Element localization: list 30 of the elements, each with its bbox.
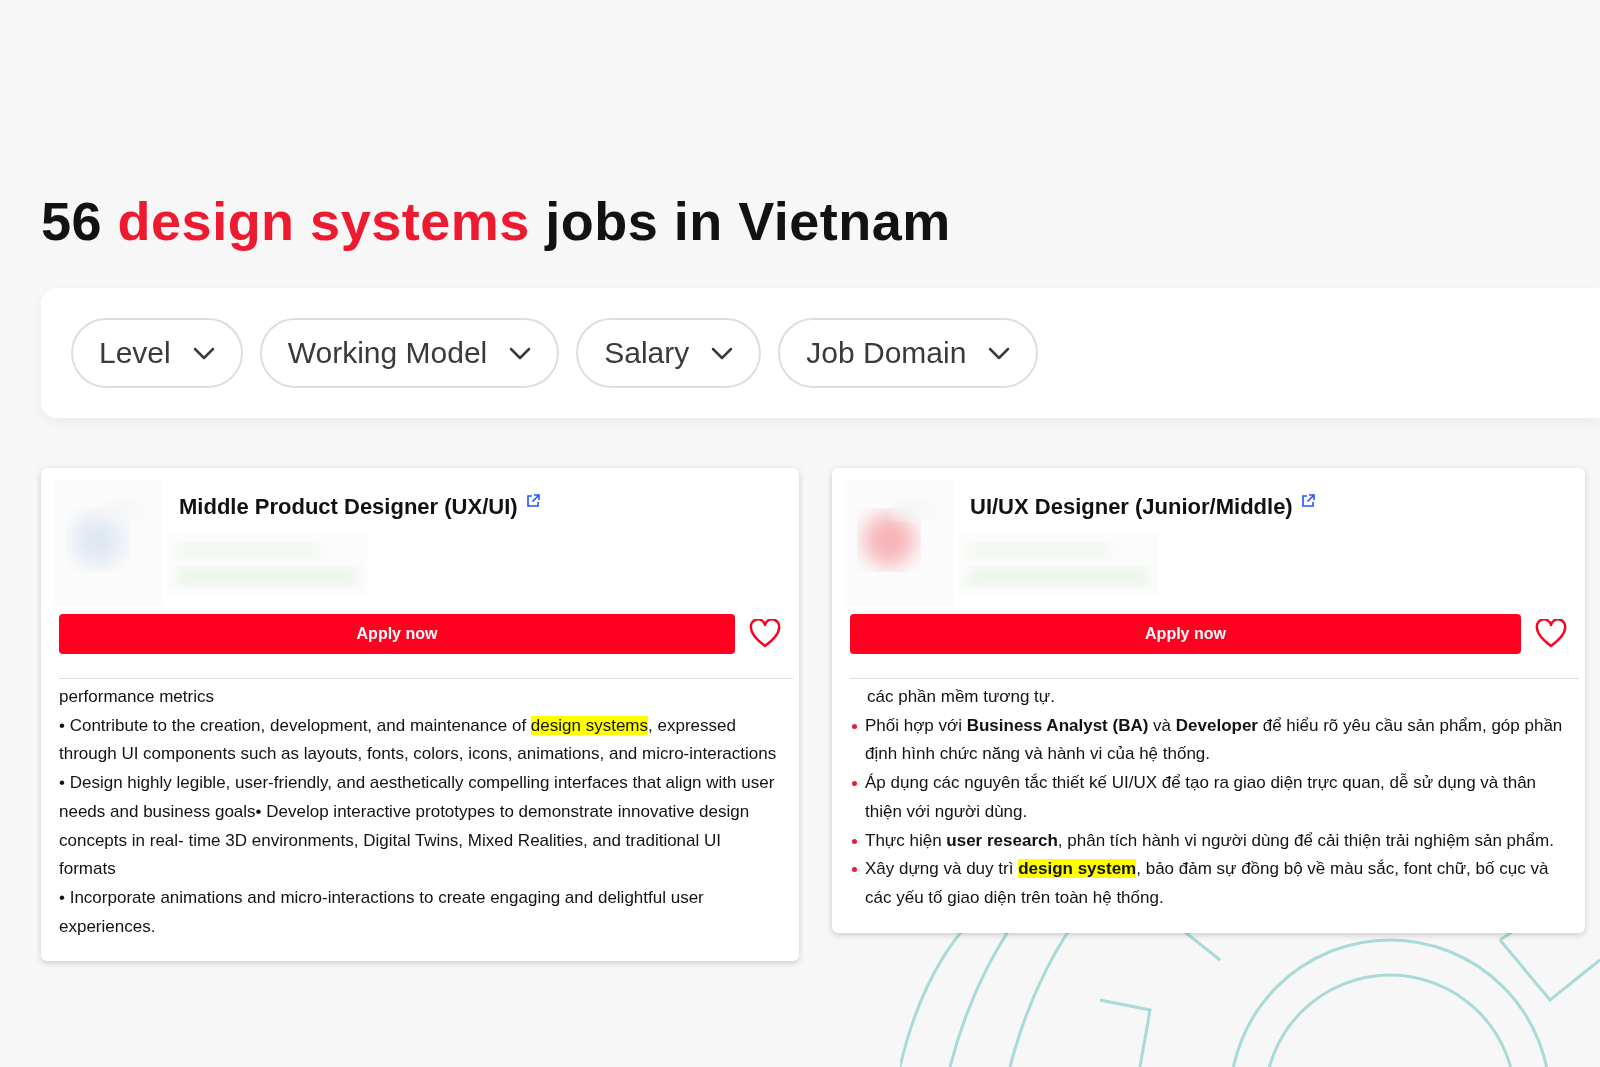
chevron-down-icon (192, 346, 215, 360)
external-link-icon[interactable] (525, 494, 540, 508)
description-text: Thực hiện user research, phân tích hành vi người dùng để cải thiện trải nghiệm sản phẩm. (865, 829, 1554, 852)
chevron-down-icon (711, 346, 734, 360)
filter-dropdown[interactable]: Job Domain (778, 318, 1039, 388)
filter-dropdown[interactable]: Level (71, 318, 243, 388)
chevron-down-icon (988, 346, 1011, 360)
apply-button[interactable]: Apply now (850, 614, 1521, 654)
description-text: các phần mềm tương tự. (867, 686, 1056, 708)
apply-button[interactable]: Apply now (59, 614, 735, 654)
description-text: • Contribute to the creation, development, and maintenance of design systems, expressed through UI components such as layouts, fonts, colors, icons, animations, and micro-interactions (59, 714, 778, 766)
description-text: Phối hợp với Business Analyst (BA) và Developer để hiểu rõ yêu cầu sản phẩm, góp phần định hình chức năng và hành vi của hệ thống. (865, 714, 1564, 766)
description-text: Áp dụng các nguyên tắc thiết kế UI/UX để tạo ra giao diện trực quan, dễ sử dụng và thân thiện với người dùng. (865, 772, 1538, 823)
filter-dropdown[interactable]: Salary (576, 318, 762, 388)
chevron-down-icon (509, 346, 532, 360)
heart-icon[interactable] (1535, 619, 1567, 649)
description-text: Xây dựng và duy trì design system, bảo đảm sự đồng bộ về màu sắc, font chữ, bố cục và các yếu tố giao diện trên toàn hệ thống. (865, 858, 1550, 909)
bullet-icon (852, 723, 857, 729)
filter-dropdown[interactable]: Working Model (259, 318, 560, 388)
bullet-icon (852, 838, 857, 844)
page-heading: 56 design systems jobs in Vietnam (41, 190, 952, 252)
description-text: • Incorporate animations and micro-interactions to create engaging and delightful user experiences. (59, 886, 705, 938)
external-link-icon[interactable] (1300, 494, 1315, 508)
description-text: • Design highly legible, user-friendly, and aesthetically compelling interfaces that align with user needs and business goals• Develop interactive prototypes to demonstrate innovative design concepts in real- time 3D environments, Digital Twins, Mixed Realities, and traditional UI formats (59, 772, 776, 881)
heart-icon[interactable] (749, 619, 781, 649)
description-text: performance metrics (59, 686, 215, 708)
job-title[interactable]: Middle Product Designer (UX/UI) (179, 494, 518, 520)
bullet-icon (852, 781, 857, 787)
job-title[interactable]: UI/UX Designer (Junior/Middle) (970, 494, 1293, 520)
bullet-icon (852, 867, 857, 873)
